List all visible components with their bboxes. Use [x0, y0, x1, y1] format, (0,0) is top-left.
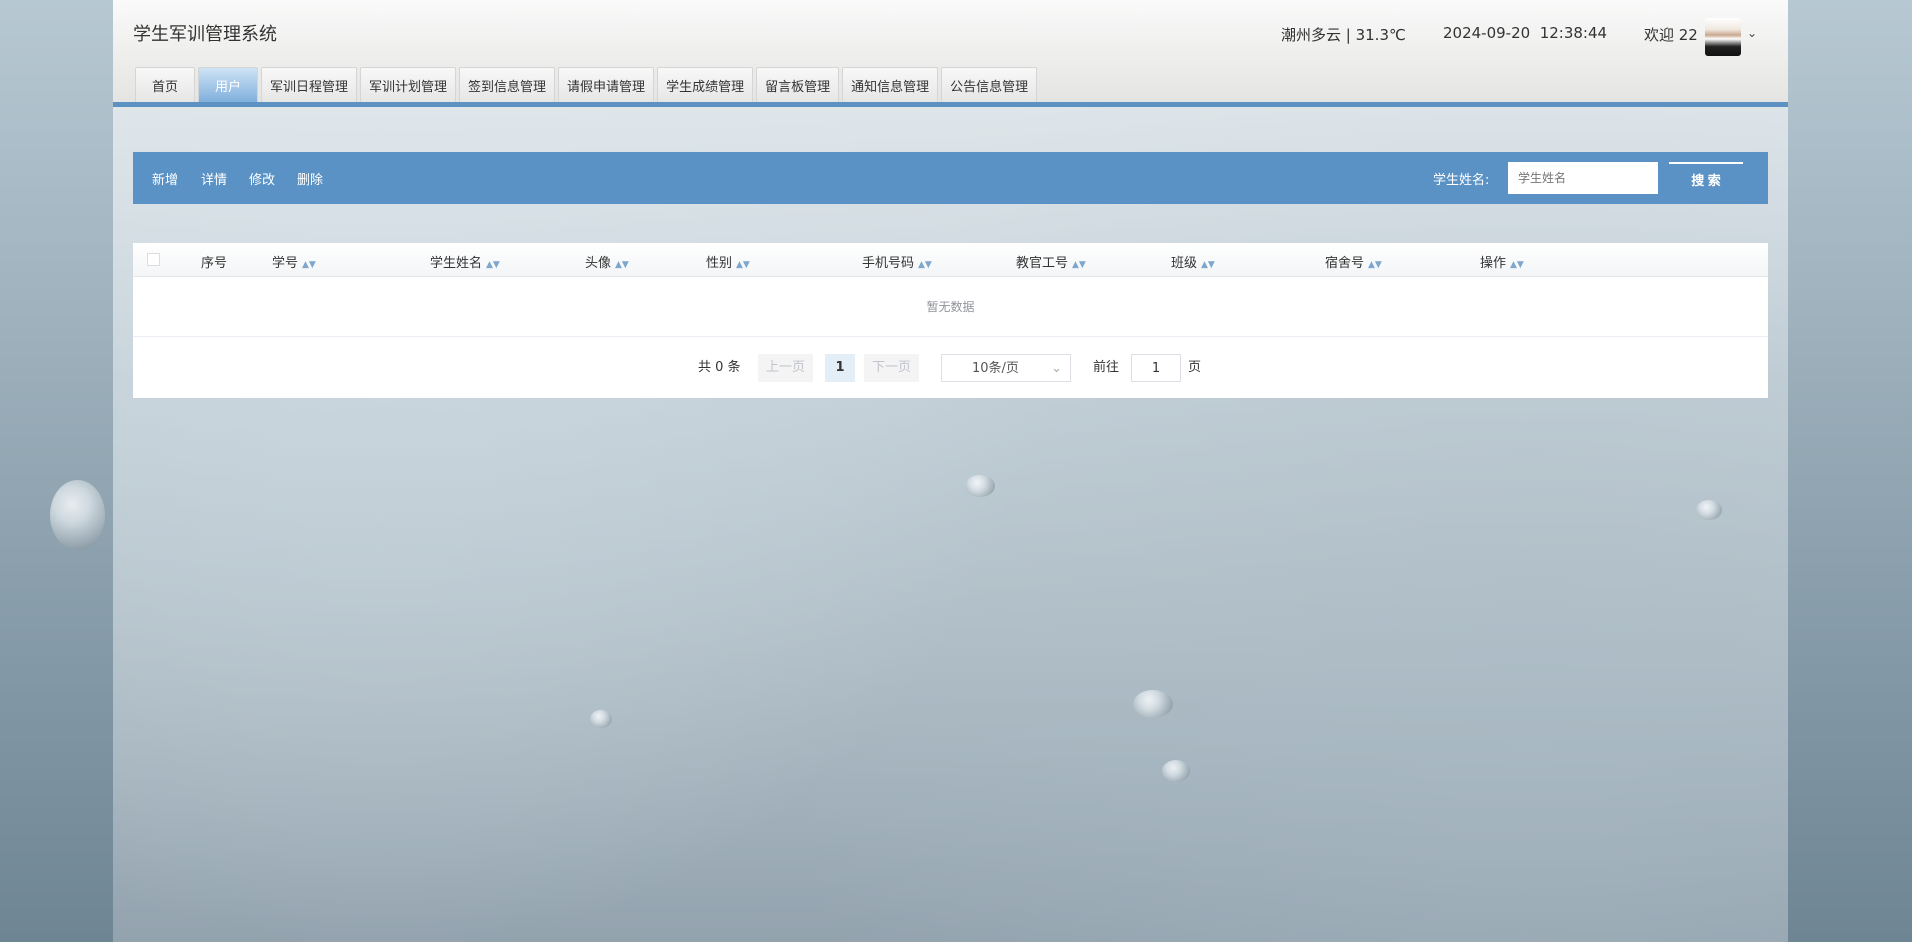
tab-notices[interactable]: 通知信息管理: [842, 67, 938, 102]
raindrop: [590, 710, 612, 728]
empty-text: 暂无数据: [133, 277, 1768, 337]
sort-icon[interactable]: ▲▼: [1510, 260, 1524, 270]
col-avatar[interactable]: 头像 ▲▼: [585, 252, 629, 271]
col-class[interactable]: 班级 ▲▼: [1171, 252, 1215, 271]
student-name-search-input[interactable]: [1508, 162, 1658, 194]
tab-scores[interactable]: 学生成绩管理: [657, 67, 753, 102]
col-label: 手机号码: [862, 256, 914, 271]
detail-button[interactable]: 详情: [201, 169, 227, 188]
sort-icon[interactable]: ▲▼: [302, 260, 316, 270]
total-count: 共 0 条: [698, 354, 741, 382]
page-suffix: 页: [1188, 354, 1201, 382]
tab-users[interactable]: 用户: [198, 67, 258, 102]
sort-icon[interactable]: ▲▼: [918, 260, 932, 270]
sort-icon[interactable]: ▲▼: [486, 260, 500, 270]
col-label: 操作: [1480, 256, 1506, 271]
goto-label: 前往: [1093, 354, 1119, 382]
page-size-select[interactable]: 10条/页 ⌄: [941, 354, 1071, 382]
weather: 潮州多云 | 31.3℃: [1281, 24, 1406, 45]
header: 学生军训管理系统 潮州多云 | 31.3℃ 2024-09-20 12:38:4…: [113, 0, 1788, 107]
sort-icon[interactable]: ▲▼: [1072, 260, 1086, 270]
tab-schedule[interactable]: 军训日程管理: [261, 67, 357, 102]
tab-announcements[interactable]: 公告信息管理: [941, 67, 1037, 102]
col-dorm[interactable]: 宿舍号 ▲▼: [1325, 252, 1382, 271]
sort-icon[interactable]: ▲▼: [615, 260, 629, 270]
col-label: 教官工号: [1016, 256, 1068, 271]
table-header: 序号 学号 ▲▼ 学生姓名 ▲▼ 头像 ▲▼ 性别 ▲▼ 手机号码 ▲▼ 教官工号 ▲▼ 班…: [133, 243, 1768, 277]
raindrop: [50, 480, 105, 550]
raindrop: [1696, 500, 1722, 520]
tab-leave[interactable]: 请假申请管理: [558, 67, 654, 102]
background-left: [0, 0, 113, 942]
tab-messages[interactable]: 留言板管理: [756, 67, 839, 102]
pagination: 共 0 条 上一页 1 下一页 10条/页 ⌄ 前往 1 页: [133, 337, 1768, 397]
sort-icon[interactable]: ▲▼: [1368, 260, 1382, 270]
nav-tabs: 首页 用户 军训日程管理 军训计划管理 签到信息管理 请假申请管理 学生成绩管理…: [135, 67, 1037, 102]
avatar[interactable]: [1705, 18, 1741, 56]
raindrop: [965, 475, 995, 497]
datetime: 2024-09-20 12:38:44: [1443, 24, 1607, 42]
main-panel: [113, 0, 1788, 942]
col-student-id[interactable]: 学号 ▲▼: [272, 252, 316, 271]
sort-icon[interactable]: ▲▼: [736, 260, 750, 270]
next-page-button[interactable]: 下一页: [864, 354, 919, 382]
search-label: 学生姓名:: [1433, 169, 1489, 188]
welcome-text: 欢迎 22: [1644, 24, 1698, 45]
col-gender[interactable]: 性别 ▲▼: [706, 252, 750, 271]
col-index: 序号: [201, 252, 227, 271]
add-button[interactable]: 新增: [152, 169, 178, 188]
tab-home[interactable]: 首页: [135, 67, 195, 102]
col-actions[interactable]: 操作 ▲▼: [1480, 252, 1524, 271]
background-right: [1788, 0, 1912, 942]
col-phone[interactable]: 手机号码 ▲▼: [862, 252, 932, 271]
edit-button[interactable]: 修改: [249, 169, 275, 188]
select-all-checkbox[interactable]: [147, 253, 160, 266]
sort-icon[interactable]: ▲▼: [1201, 260, 1215, 270]
toolbar: 新增 详情 修改 删除 学生姓名: 搜 索: [133, 152, 1768, 204]
col-student-name[interactable]: 学生姓名 ▲▼: [430, 252, 500, 271]
page-1[interactable]: 1: [825, 354, 855, 382]
tab-plan[interactable]: 军训计划管理: [360, 67, 456, 102]
col-label: 班级: [1171, 256, 1197, 271]
col-label: 学生姓名: [430, 256, 482, 271]
search-button[interactable]: 搜 索: [1669, 162, 1743, 194]
col-label: 性别: [706, 256, 732, 271]
col-label: 宿舍号: [1325, 256, 1364, 271]
chevron-down-icon[interactable]: ⌄: [1747, 26, 1757, 40]
col-label: 头像: [585, 256, 611, 271]
app-title: 学生军训管理系统: [133, 20, 277, 46]
raindrop: [1162, 760, 1190, 782]
goto-page-input[interactable]: 1: [1131, 354, 1181, 382]
col-instructor-id[interactable]: 教官工号 ▲▼: [1016, 252, 1086, 271]
raindrop: [1133, 690, 1173, 718]
students-table: 序号 学号 ▲▼ 学生姓名 ▲▼ 头像 ▲▼ 性别 ▲▼ 手机号码 ▲▼ 教官工号 ▲▼ 班…: [133, 243, 1768, 398]
page-size-value: 10条/页: [972, 361, 1019, 376]
col-label: 学号: [272, 256, 298, 271]
prev-page-button[interactable]: 上一页: [758, 354, 813, 382]
delete-button[interactable]: 删除: [297, 169, 323, 188]
tab-checkin[interactable]: 签到信息管理: [459, 67, 555, 102]
chevron-down-icon: ⌄: [1051, 355, 1062, 383]
